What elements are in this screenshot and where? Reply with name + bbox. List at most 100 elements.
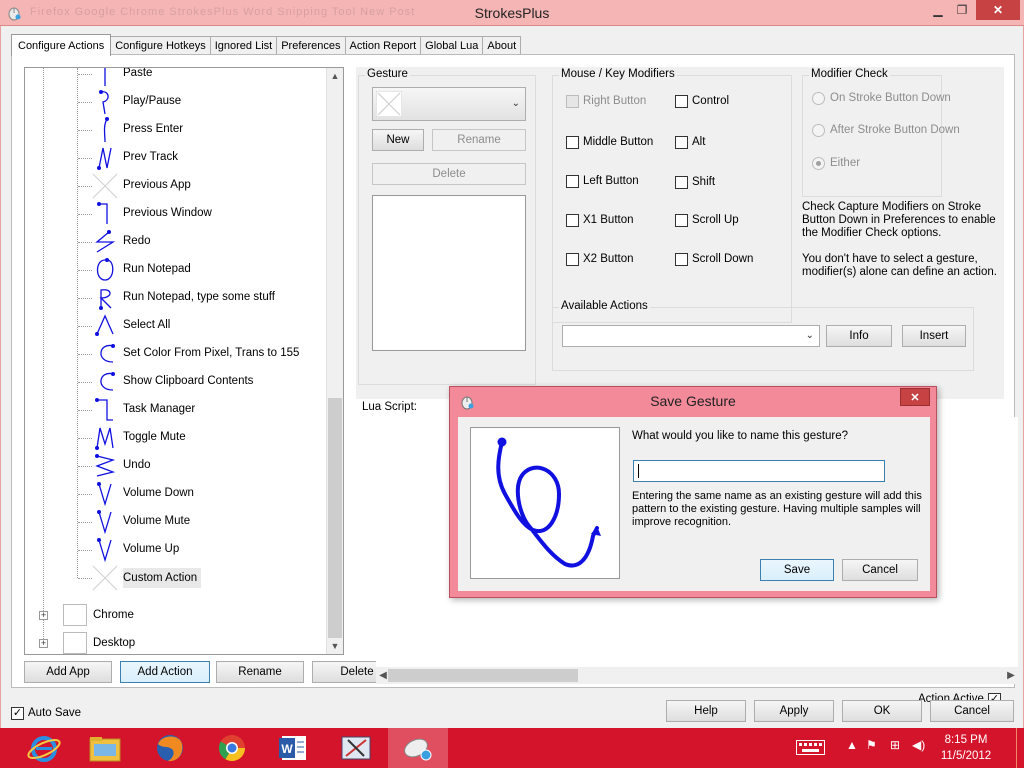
scroll-thumb[interactable] [328,398,342,638]
tree-action-item[interactable]: Set Color From Pixel, Trans to 155 [25,340,328,368]
rename-button[interactable]: Rename [216,661,304,683]
empty-gesture-icon [376,91,402,117]
internet-explorer-taskbar-button[interactable] [12,728,72,768]
gesture-glyph-icon [95,230,116,253]
tree-action-item[interactable]: Volume Mute [25,508,328,536]
add-action-button[interactable]: Add Action [120,661,210,683]
modifiers-group-title: Mouse / Key Modifiers [559,68,677,80]
gesture-glyph-icon [97,538,112,563]
ok-button[interactable]: OK [842,700,922,722]
delete-gesture-button[interactable]: Delete [372,163,526,185]
tree-action-item[interactable]: Task Manager [25,396,328,424]
add-app-button[interactable]: Add App [24,661,112,683]
tab-configure-hotkeys[interactable]: Configure Hotkeys [110,36,211,56]
word-taskbar-button[interactable]: W [264,728,324,768]
scroll-up-icon[interactable]: ▲ [327,68,343,84]
tree-action-item[interactable]: Previous App [25,172,328,200]
text-caret [638,464,639,478]
insert-button[interactable]: Insert [902,325,966,347]
gesture-glyph-icon [92,565,118,591]
strokesplus-taskbar-button[interactable] [388,728,448,768]
tab-preferences[interactable]: Preferences [276,36,346,56]
expand-icon[interactable]: + [39,639,48,648]
drawn-gesture-stroke [496,437,601,568]
tree-app-label: Chrome [93,609,134,621]
tree-action-label: Show Clipboard Contents [123,375,254,387]
cancel-button[interactable]: Cancel [930,700,1014,722]
tree-action-item[interactable]: Paste [25,68,328,88]
tree-action-label: Set Color From Pixel, Trans to 155 [123,347,300,359]
maximize-button[interactable]: ❐ [950,0,974,20]
tree-action-item[interactable]: Select All [25,312,328,340]
show-desktop-button[interactable] [1016,728,1024,768]
tab-action-report[interactable]: Action Report [344,36,422,56]
modifier-check-note: Check Capture Modifiers on Stroke Button… [802,201,996,239]
gesture-glyph-icon [95,314,114,336]
gesture-glyph-icon [100,372,115,391]
apply-button[interactable]: Apply [754,700,834,722]
close-button[interactable]: ✕ [976,0,1020,20]
tree-action-item[interactable]: Previous Window [25,200,328,228]
tab-configure-actions[interactable]: Configure Actions [11,34,112,56]
window-title: StrokesPlus [474,5,550,21]
tree-action-item[interactable]: Run Notepad [25,256,328,284]
scroll-right-icon[interactable]: ▶ [1004,667,1018,684]
tree-action-item[interactable]: Prev Track [25,144,328,172]
keyboard-icon[interactable] [796,740,826,759]
dialog-close-button[interactable]: ✕ [900,388,930,406]
chrome-taskbar-button[interactable] [202,728,262,768]
tab-ignored-list[interactable]: Ignored List [209,36,278,56]
scroll-thumb[interactable] [388,669,578,682]
clock[interactable]: 8:15 PM 11/5/2012 [936,732,996,764]
tree-action-item[interactable]: Custom Action [25,564,328,592]
help-button[interactable]: Help [666,700,746,722]
dialog-cancel-button[interactable]: Cancel [842,559,918,581]
app-gesture-preview [63,632,87,654]
file-explorer-taskbar-button[interactable] [74,728,134,768]
save-button[interactable]: Save [760,559,834,581]
rename-gesture-button[interactable]: Rename [432,129,526,151]
expand-icon[interactable]: + [39,611,48,620]
lua-horizontal-scrollbar[interactable]: ◀ ▶ [376,667,1018,684]
gesture-select[interactable]: ⌄ [372,87,526,121]
scroll-down-icon[interactable]: ▼ [327,638,343,654]
gesture-glyph-icon [97,510,112,535]
tree-app-label: Desktop [93,637,136,649]
volume-icon[interactable]: ◀) [912,738,925,752]
tree-vertical-scrollbar[interactable]: ▲ ▼ [326,68,343,654]
tab-global-lua[interactable]: Global Lua [420,36,484,56]
tree-action-item[interactable]: Volume Up [25,536,328,564]
actions-tree[interactable]: Paste Play/Pause Press Enter Prev Track Prev… [24,67,344,655]
firefox-taskbar-button[interactable] [138,728,198,768]
tab-about[interactable]: About [482,36,522,56]
tree-action-item[interactable]: Press Enter [25,116,328,144]
gesture-glyph-icon [100,344,115,363]
tree-action-item[interactable]: Play/Pause [25,88,328,116]
new-gesture-button[interactable]: New [372,129,424,151]
tree-action-item[interactable]: Redo [25,228,328,256]
tree-action-label: Task Manager [123,403,196,415]
internet-explorer-icon [27,736,61,762]
tree-action-item[interactable]: Show Clipboard Contents [25,368,328,396]
dialog-question: What would you like to name this gesture… [632,430,849,442]
modifiers-group: Mouse / Key Modifiers [552,68,792,323]
tree-action-label: Play/Pause [123,95,182,107]
gesture-glyph-icon [95,454,116,477]
tree-action-item[interactable]: Run Notepad, type some stuff [25,284,328,312]
tree-action-item[interactable]: Toggle Mute [25,424,328,452]
gesture-name-input[interactable] [633,460,885,482]
tree-app-desktop[interactable]: + Desktop [25,630,328,654]
gesture-glyph-icon [103,117,109,143]
info-button[interactable]: Info [826,325,892,347]
tree-action-label: Custom Action [123,568,202,588]
minimize-button[interactable]: ▁ [926,0,950,20]
tree-action-item[interactable]: Volume Down [25,480,328,508]
chevron-down-icon: ⌄ [511,98,520,109]
available-actions-select[interactable]: ⌄ [562,325,820,347]
show-hidden-icons-icon[interactable]: ▲ [846,738,858,752]
action-center-flag-icon[interactable]: ⚑ [866,738,877,752]
snipping-tool-taskbar-button[interactable] [326,728,386,768]
tree-action-item[interactable]: Undo [25,452,328,480]
tree-app-chrome[interactable]: + Chrome [25,602,328,630]
network-icon[interactable]: ⊞ [890,738,900,752]
